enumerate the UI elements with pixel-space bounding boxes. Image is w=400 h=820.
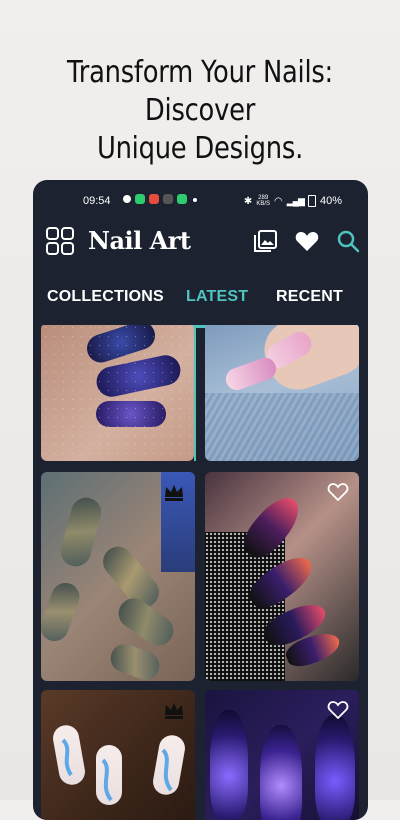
denim-texture: [205, 393, 359, 461]
crown-icon: [165, 703, 183, 719]
status-time: 09:54: [83, 195, 111, 207]
heart-icon[interactable]: [294, 228, 320, 254]
nail-holo-4: [41, 579, 84, 645]
android-notification-icon: [177, 194, 187, 204]
card-edge-highlight: [194, 325, 196, 461]
crown-icon: [165, 485, 183, 501]
wifi-icon: ◠: [274, 195, 283, 207]
network-speed: 289 KB/S: [256, 195, 270, 207]
nail-smoke-2: [260, 725, 302, 820]
glitter-overlay: [41, 325, 194, 461]
battery-percent: 40%: [319, 195, 342, 207]
notification-icons: [123, 194, 197, 204]
design-card-pink-chrome-nails-denim[interactable]: [205, 325, 359, 461]
more-notifications-icon: [193, 198, 197, 202]
chat-notification-icon: [123, 195, 131, 203]
jio-notification-icon: [149, 194, 159, 204]
grid-icon[interactable]: [45, 226, 75, 256]
blue-swirl-pattern: [61, 738, 173, 802]
app-notification-icon: [163, 194, 173, 204]
battery-icon: [307, 195, 316, 207]
bluetooth-icon: ✱: [243, 195, 253, 207]
messenger-notification-icon: [135, 194, 145, 204]
nail-smoke-1: [210, 710, 248, 820]
signal-icon: ▂▄▆: [286, 195, 305, 206]
design-card-blue-swirl-nails[interactable]: [41, 690, 195, 820]
tab-bar: COLLECTIONS LATEST RECENT: [33, 276, 368, 324]
status-bar: 09:54 ✱ 289 KB/S ◠ ▂▄▆ 40%: [33, 180, 368, 220]
headline-line-1: Transform Your Nails: Discover: [67, 55, 333, 128]
design-card-holographic-almond-nails[interactable]: [41, 472, 195, 681]
heart-outline-icon[interactable]: [327, 482, 349, 502]
nail-designs-grid: [33, 325, 368, 820]
nail-holo-1: [57, 494, 105, 570]
glitter-background: [205, 532, 285, 681]
nail-holo-5: [106, 640, 164, 681]
app-title: Nail Art: [88, 226, 191, 255]
phone-frame: 09:54 ✱ 289 KB/S ◠ ▂▄▆ 40% Nail Art COLL…: [33, 180, 368, 820]
heart-outline-icon[interactable]: [327, 700, 349, 720]
headline-line-2: Unique Designs.: [96, 131, 304, 166]
tab-collections[interactable]: COLLECTIONS: [47, 288, 164, 306]
design-card-purple-smoke-nails[interactable]: [205, 690, 359, 820]
gallery-icon[interactable]: [252, 228, 278, 254]
app-bar: Nail Art: [33, 220, 368, 264]
nail-pink-2: [222, 354, 280, 394]
promo-headline: Transform Your Nails: Discover Unique De…: [28, 54, 372, 168]
system-icons: ✱ 289 KB/S ◠ ▂▄▆ 40%: [244, 195, 342, 207]
design-card-galaxy-stiletto-nails[interactable]: [205, 472, 359, 681]
tab-latest[interactable]: LATEST: [186, 288, 248, 306]
search-icon[interactable]: [335, 228, 361, 254]
nail-smoke-3: [315, 715, 355, 820]
design-card-galaxy-purple-nails[interactable]: [41, 325, 194, 461]
tab-recent[interactable]: RECENT: [276, 288, 343, 306]
